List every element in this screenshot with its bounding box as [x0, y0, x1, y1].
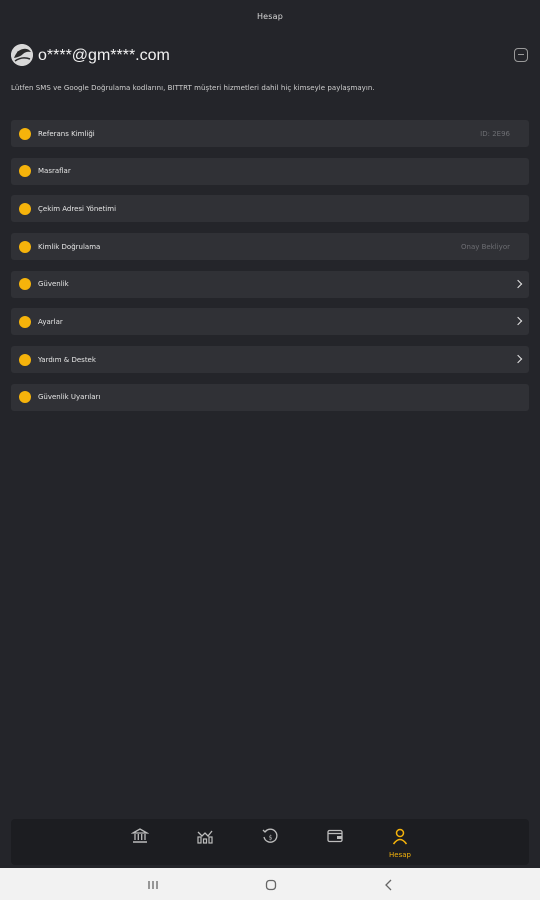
- menu-item-help-support[interactable]: Yardım & Destek: [11, 346, 529, 374]
- account-screen: Hesap o****@gm****.com Lütfen SMS ve Goo…: [0, 0, 540, 868]
- tab-history[interactable]: $: [256, 827, 284, 855]
- menu-item-label: Güvenlik: [38, 280, 69, 289]
- tab-bank[interactable]: [126, 827, 154, 855]
- menu-dot-icon: [19, 391, 31, 404]
- avatar[interactable]: [11, 44, 33, 66]
- menu-dot-icon: [19, 127, 31, 140]
- menu-item-label: Ayarlar: [38, 317, 63, 326]
- tab-wallet[interactable]: [321, 827, 349, 855]
- menu-item-fees[interactable]: Masraflar: [11, 157, 529, 185]
- bank-icon: [131, 828, 149, 843]
- menu-item-security[interactable]: Güvenlik: [11, 270, 529, 298]
- system-navigation-bar: [0, 868, 540, 900]
- menu-dot-icon: [19, 278, 31, 291]
- home-button[interactable]: [264, 877, 278, 891]
- tab-account-label: Hesap: [389, 851, 411, 859]
- tab-account[interactable]: Hesap: [386, 827, 414, 859]
- menu-dot-icon: [19, 315, 31, 328]
- collapse-icon[interactable]: [514, 48, 528, 62]
- menu-item-withdrawal-addresses[interactable]: Çekim Adresi Yönetimi: [11, 195, 529, 223]
- market-chart-icon: [197, 830, 213, 844]
- menu-dot-icon: [19, 353, 31, 366]
- menu-item-label: Referans Kimliği: [38, 129, 95, 138]
- menu-dot-icon: [19, 202, 31, 215]
- menu-item-label: Çekim Adresi Yönetimi: [38, 204, 117, 213]
- menu-item-label: Güvenlik Uyarıları: [38, 393, 101, 402]
- menu-item-referral-id[interactable]: Referans Kimliği ID: 2E96: [11, 120, 529, 147]
- history-icon: $: [262, 828, 278, 843]
- referral-id-value: ID: 2E96: [480, 129, 510, 138]
- verification-status: Onay Bekliyor: [461, 242, 510, 251]
- security-warning: Lütfen SMS ve Google Doğrulama kodlarını…: [11, 84, 375, 92]
- menu-item-security-alerts[interactable]: Güvenlik Uyarıları: [11, 383, 529, 411]
- menu-dot-icon: [19, 165, 31, 178]
- back-button[interactable]: [382, 877, 396, 891]
- home-icon: [265, 879, 277, 891]
- recent-apps-button[interactable]: [146, 877, 160, 891]
- menu-item-label: Masraflar: [38, 167, 71, 176]
- bottom-tab-bar: $ Hesap: [11, 819, 529, 865]
- tab-markets[interactable]: [191, 827, 219, 855]
- user-email: o****@gm****.com: [38, 47, 170, 64]
- wallet-icon: [327, 829, 343, 843]
- user-header: o****@gm****.com: [11, 44, 528, 74]
- back-icon: [385, 879, 392, 891]
- menu-item-identity-verification[interactable]: Kimlik Doğrulama Onay Bekliyor: [11, 233, 529, 261]
- menu-dot-icon: [19, 240, 31, 253]
- account-menu: Referans Kimliği ID: 2E96 Masraflar Çeki…: [11, 120, 529, 422]
- svg-text:$: $: [269, 835, 273, 842]
- recent-apps-icon: [148, 881, 158, 889]
- account-icon: [392, 828, 408, 845]
- menu-item-label: Kimlik Doğrulama: [38, 242, 101, 251]
- menu-item-settings[interactable]: Ayarlar: [11, 308, 529, 336]
- page-title: Hesap: [256, 12, 284, 21]
- menu-item-label: Yardım & Destek: [38, 355, 96, 364]
